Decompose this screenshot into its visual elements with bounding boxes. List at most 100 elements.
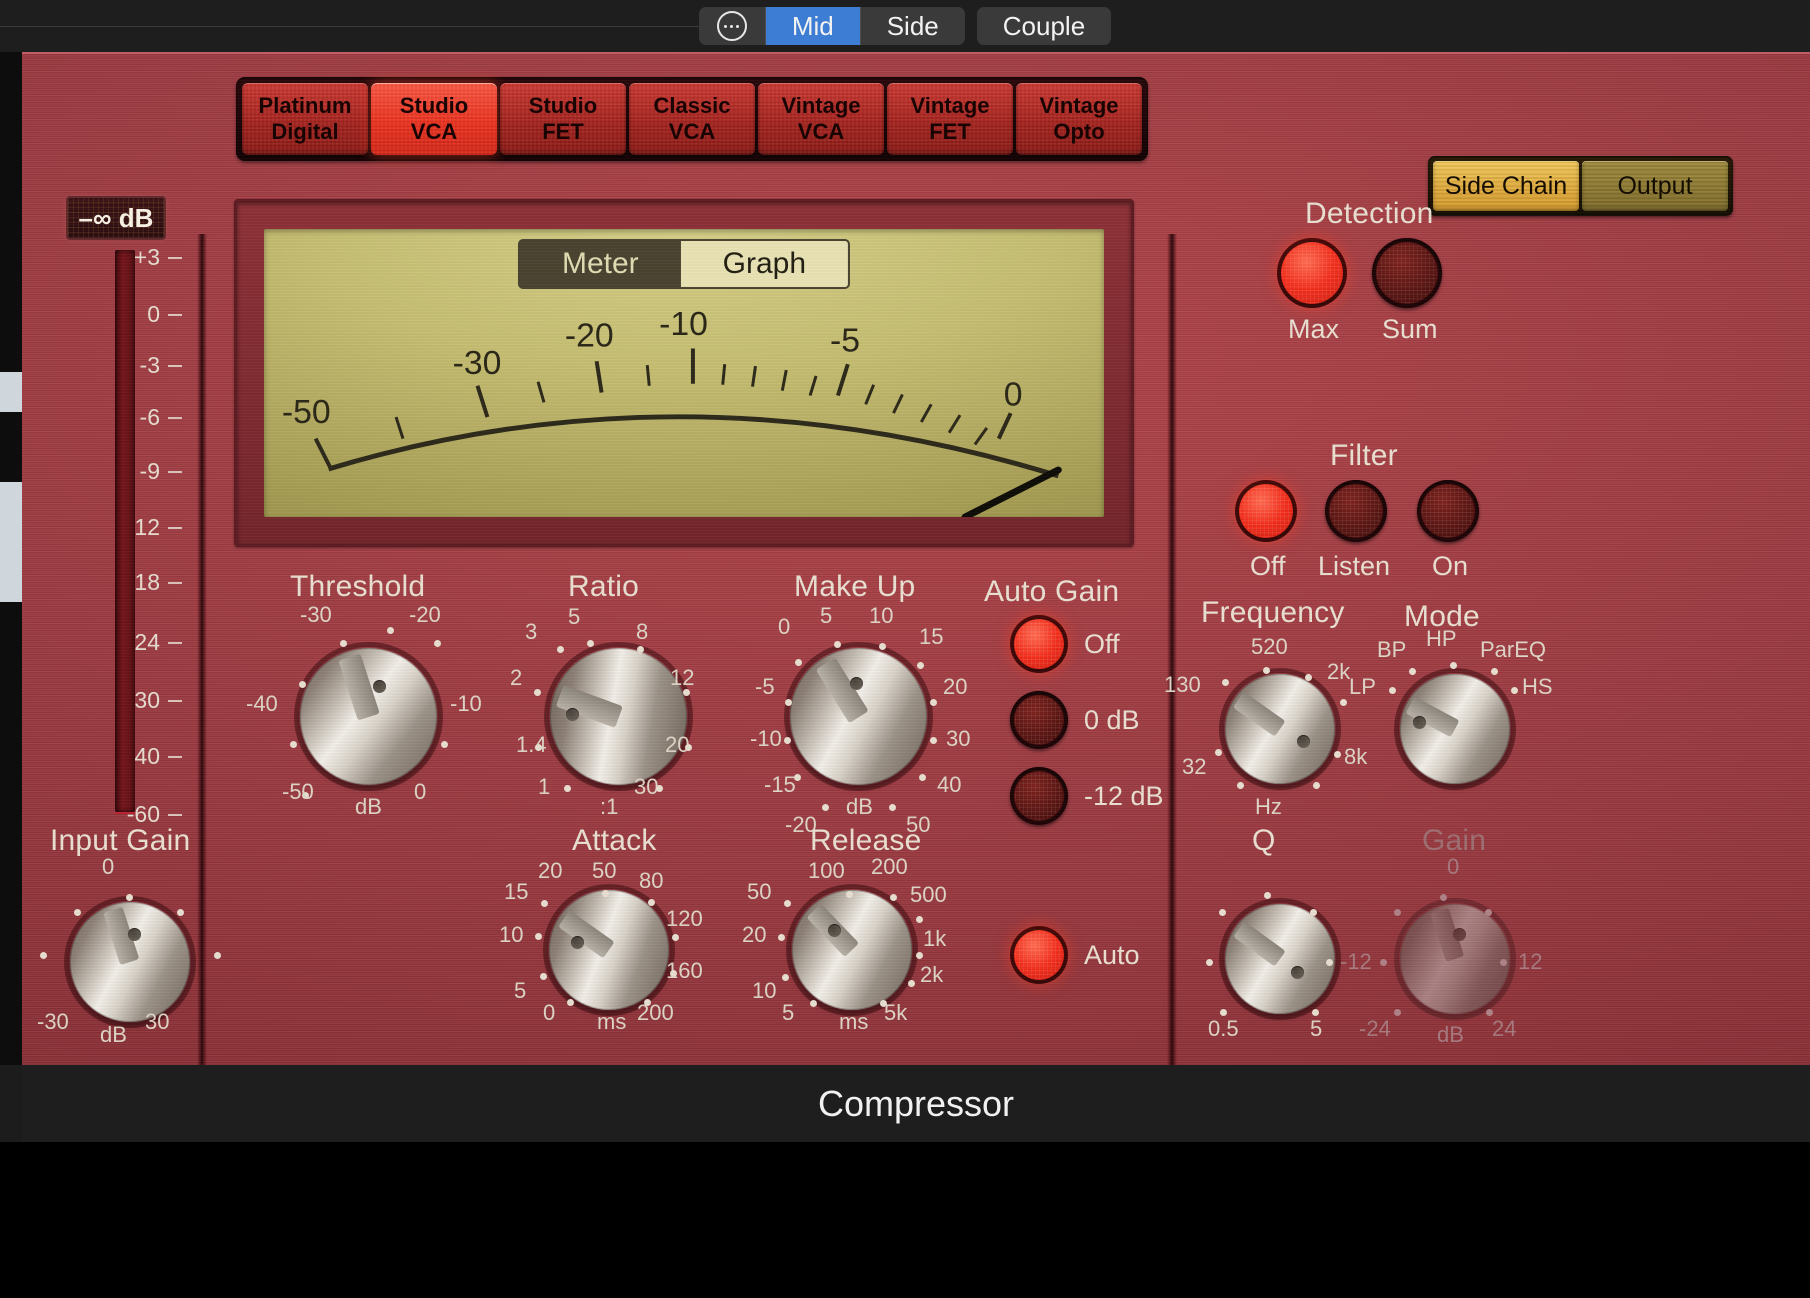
frequency-tick: 2k: [1327, 659, 1350, 685]
mode-cap: [1413, 716, 1426, 729]
frequency-tick-dot: [1215, 749, 1222, 756]
ratio-tick: 2: [510, 665, 522, 691]
compressor-model-buttons[interactable]: Platinum Digital Studio VCA Studio FET C…: [236, 77, 1148, 161]
mode-knob[interactable]: [1400, 674, 1510, 784]
ratio-unit: :1: [600, 794, 618, 820]
attack-cap: [571, 936, 584, 949]
q-tick-dot: [1312, 1009, 1319, 1016]
input-gain-tick: 30: [145, 1009, 169, 1035]
makeup-tick-dot: [889, 804, 896, 811]
makeup-tick: -10: [750, 726, 782, 752]
release-tick-dot: [890, 894, 897, 901]
threshold-tick: -20: [409, 602, 441, 628]
ratio-tick-dot: [534, 689, 541, 696]
release-tick: 20: [742, 922, 766, 948]
frequency-tick-dot: [1237, 782, 1244, 789]
threshold-knob[interactable]: [300, 648, 437, 785]
attack-knob[interactable]: [549, 890, 669, 1010]
plugin-window: Mid Side Couple Platinum Digital Studio …: [0, 0, 1810, 1298]
frequency-tick: 520: [1251, 634, 1288, 660]
channel-mode-segmented-control[interactable]: Mid Side: [699, 7, 965, 45]
q-tick-dot: [1220, 1009, 1227, 1016]
scale-dash: [168, 365, 182, 367]
threshold-tick: -50: [282, 779, 314, 805]
threshold-tick-dot: [434, 640, 441, 647]
frequency-tick-dot: [1222, 679, 1229, 686]
window-bottom-edge: [0, 1142, 1810, 1298]
vu-tick-label: 0: [1004, 377, 1023, 414]
auto-gain-minus12db-led[interactable]: [1010, 767, 1068, 825]
release-tick: 1k: [923, 926, 946, 952]
input-level-value: –∞ dB: [79, 203, 154, 234]
preset-platinum-digital[interactable]: Platinum Digital: [242, 83, 368, 155]
ratio-tick: 5: [568, 604, 580, 630]
frequency-tick-dot: [1305, 674, 1312, 681]
preset-vintage-fet[interactable]: Vintage FET: [887, 83, 1013, 155]
sidechain-output-buttons[interactable]: Side Chain Output: [1428, 156, 1733, 216]
preset-vintage-vca[interactable]: Vintage VCA: [758, 83, 884, 155]
vu-meter-svg: -50 -30 -20 -10 -5 0: [264, 229, 1104, 517]
side-chain-button[interactable]: Side Chain: [1433, 161, 1579, 211]
output-button[interactable]: Output: [1582, 161, 1728, 211]
makeup-tick-dot: [785, 699, 792, 706]
makeup-tick-dot: [822, 804, 829, 811]
couple-button[interactable]: Couple: [977, 7, 1111, 45]
makeup-tick: 15: [919, 624, 943, 650]
attack-tick-dot: [670, 970, 677, 977]
input-gain-knob[interactable]: [70, 902, 190, 1022]
release-tick: 500: [910, 882, 947, 908]
release-auto-led[interactable]: [1010, 926, 1068, 984]
scale-dash: [168, 314, 182, 316]
frequency-knob[interactable]: [1225, 674, 1335, 784]
detection-max-led[interactable]: [1277, 238, 1347, 308]
tab-side[interactable]: Side: [861, 7, 965, 45]
auto-gain-0db-led[interactable]: [1010, 691, 1068, 749]
detection-sum-led[interactable]: [1372, 238, 1442, 308]
input-gain-tick-dot: [177, 909, 184, 916]
threshold-tick-dot: [441, 741, 448, 748]
preset-studio-vca[interactable]: Studio VCA: [371, 83, 497, 155]
tab-side-label: Side: [887, 11, 939, 42]
input-level-readout[interactable]: –∞ dB: [66, 196, 166, 240]
preset-classic-vca[interactable]: Classic VCA: [629, 83, 755, 155]
release-tick: 200: [871, 854, 908, 880]
plugin-footer: Compressor: [22, 1065, 1810, 1142]
threshold-tick-dot: [387, 627, 394, 634]
gain-tick: 0: [1447, 854, 1459, 880]
gain-tick: 24: [1492, 1016, 1516, 1042]
input-gain-tick-dot: [214, 952, 221, 959]
plugin-name-label: Compressor: [818, 1083, 1014, 1125]
release-tick-dot: [846, 891, 853, 898]
release-tick: 100: [808, 858, 845, 884]
makeup-unit: dB: [846, 794, 873, 820]
scale-dash: [168, 582, 182, 584]
ratio-tick: 8: [636, 619, 648, 645]
attack-tick: 120: [666, 906, 703, 932]
gain-knob[interactable]: [1400, 904, 1510, 1014]
vu-tick-label: -30: [453, 345, 502, 382]
q-tick-dot: [1219, 909, 1226, 916]
vu-tick-label: -20: [565, 318, 614, 355]
filter-on-led[interactable]: [1417, 480, 1479, 542]
threshold-tick-dot: [299, 681, 306, 688]
mode-tick-dot: [1450, 662, 1457, 669]
makeup-knob[interactable]: [790, 648, 927, 785]
q-knob[interactable]: [1225, 904, 1335, 1014]
preset-vintage-opto[interactable]: Vintage Opto: [1016, 83, 1142, 155]
preset-studio-fet[interactable]: Studio FET: [500, 83, 626, 155]
input-gain-cap: [128, 928, 141, 941]
scale-dash: [168, 700, 182, 702]
makeup-tick-dot: [917, 662, 924, 669]
frequency-unit: Hz: [1255, 794, 1282, 820]
release-knob[interactable]: [792, 890, 912, 1010]
filter-off-led[interactable]: [1235, 480, 1297, 542]
auto-gain-off-led[interactable]: [1010, 615, 1068, 673]
input-gain-tick-dot: [74, 909, 81, 916]
ratio-knob[interactable]: [550, 648, 687, 785]
filter-listen-led[interactable]: [1325, 480, 1387, 542]
input-gain-tick: -30: [37, 1009, 69, 1035]
threshold-tick: -40: [246, 691, 278, 717]
tab-mid[interactable]: Mid: [766, 7, 861, 45]
ratio-tick-dot: [685, 744, 692, 751]
attack-tick: 80: [639, 868, 663, 894]
